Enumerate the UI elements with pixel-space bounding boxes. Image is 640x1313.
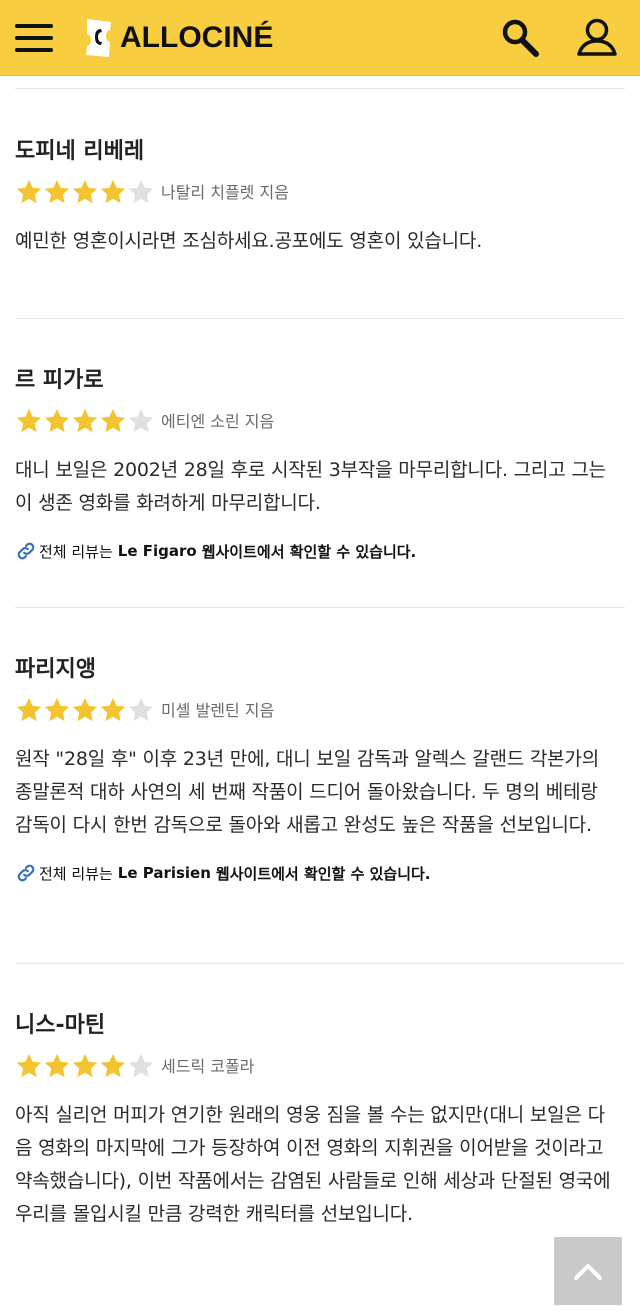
search-icon[interactable] <box>500 17 540 59</box>
review-author: 미셸 발렌틴 지음 <box>161 701 275 720</box>
source-suffix: 웹사이트에서 확인할 수 있습니다. <box>215 864 431 883</box>
ticket-icon <box>86 19 111 57</box>
source-prefix: 전체 리뷰는 <box>39 542 113 561</box>
allocine-logo[interactable]: ALLOCINÉ <box>84 17 273 59</box>
review-outlet-name: 도피네 리베레 <box>15 139 145 164</box>
star-filled-icon <box>72 179 98 203</box>
section-divider <box>15 963 625 964</box>
star-filled-icon <box>44 179 70 203</box>
logo-wordmark: ALLOCINÉ <box>120 21 274 54</box>
review-outlet-name: 파리지앵 <box>15 657 96 682</box>
review-author: 에티엔 소린 지음 <box>161 412 275 431</box>
user-account-icon[interactable] <box>576 16 618 58</box>
star-filled-icon <box>100 179 126 203</box>
press-review: 니스-마틴 세드릭 코폴라 아직 실리언 머피가 연기한 원래의 영웅 짐을 볼… <box>15 1011 625 1231</box>
source-site-name[interactable]: Le Figaro <box>118 542 197 560</box>
review-author: 나탈리 치플렛 지음 <box>161 183 289 202</box>
link-icon <box>17 542 35 560</box>
press-review: 르 피가로 에티엔 소린 지음 대니 보일은 2002년 28일 후로 시작된 … <box>15 366 625 562</box>
star-filled-icon <box>100 1053 126 1077</box>
star-rating <box>15 696 155 723</box>
review-quote: 예민한 영혼이시라면 조심하세요.공포에도 영혼이 있습니다. <box>15 230 483 252</box>
star-empty-icon <box>128 697 154 721</box>
rating-row: 세드릭 코폴라 <box>15 1051 625 1079</box>
star-filled-icon <box>44 697 70 721</box>
source-suffix: 웹사이트에서 확인할 수 있습니다. <box>201 542 417 561</box>
section-divider <box>15 607 625 608</box>
rating-row: 미셸 발렌틴 지음 <box>15 695 625 723</box>
star-filled-icon <box>16 697 42 721</box>
press-review: 도피네 리베레 나탈리 치플렛 지음 예민한 영혼이시라면 조심하세요.공포에도… <box>15 137 625 258</box>
star-empty-icon <box>128 408 154 432</box>
chevron-up-icon <box>574 1264 602 1280</box>
star-filled-icon <box>72 1053 98 1077</box>
star-filled-icon <box>16 1053 42 1077</box>
star-filled-icon <box>16 408 42 432</box>
star-rating <box>15 178 155 205</box>
source-site-name[interactable]: Le Parisien <box>118 864 211 882</box>
star-rating <box>15 1052 155 1079</box>
review-quote: 원작 "28일 후" 이후 23년 만에, 대니 보일 감독과 알렉스 갈랜드 … <box>15 748 599 836</box>
rating-row: 나탈리 치플렛 지음 <box>15 177 625 205</box>
hamburger-menu-icon[interactable] <box>15 24 53 52</box>
star-empty-icon <box>128 1053 154 1077</box>
rating-row: 에티엔 소린 지음 <box>15 406 625 434</box>
link-icon <box>17 864 35 882</box>
star-rating <box>15 407 155 434</box>
review-outlet-name: 니스-마틴 <box>15 1013 106 1038</box>
press-review: 파리지앵 미셸 발렌틴 지음 원작 "28일 후" 이후 23년 만에, 대니 … <box>15 655 625 884</box>
star-empty-icon <box>128 179 154 203</box>
top-navigation-bar: ALLOCINÉ <box>0 0 640 76</box>
review-author: 세드릭 코폴라 <box>161 1057 255 1076</box>
back-to-top-button[interactable] <box>554 1237 622 1305</box>
review-outlet-name: 르 피가로 <box>15 368 104 393</box>
star-filled-icon <box>16 179 42 203</box>
star-filled-icon <box>72 697 98 721</box>
section-divider <box>15 88 625 89</box>
star-filled-icon <box>72 408 98 432</box>
star-filled-icon <box>44 1053 70 1077</box>
section-divider <box>15 318 625 319</box>
full-review-link[interactable]: 전체 리뷰는 Le Parisien 웹사이트에서 확인할 수 있습니다. <box>15 862 625 884</box>
star-filled-icon <box>100 408 126 432</box>
full-review-link[interactable]: 전체 리뷰는 Le Figaro 웹사이트에서 확인할 수 있습니다. <box>15 540 625 562</box>
star-filled-icon <box>100 697 126 721</box>
source-prefix: 전체 리뷰는 <box>39 864 113 883</box>
review-quote: 대니 보일은 2002년 28일 후로 시작된 3부작을 마무리합니다. 그리고… <box>15 459 606 514</box>
review-quote: 아직 실리언 머피가 연기한 원래의 영웅 짐을 볼 수는 없지만(대니 보일은… <box>15 1104 611 1225</box>
star-filled-icon <box>44 408 70 432</box>
